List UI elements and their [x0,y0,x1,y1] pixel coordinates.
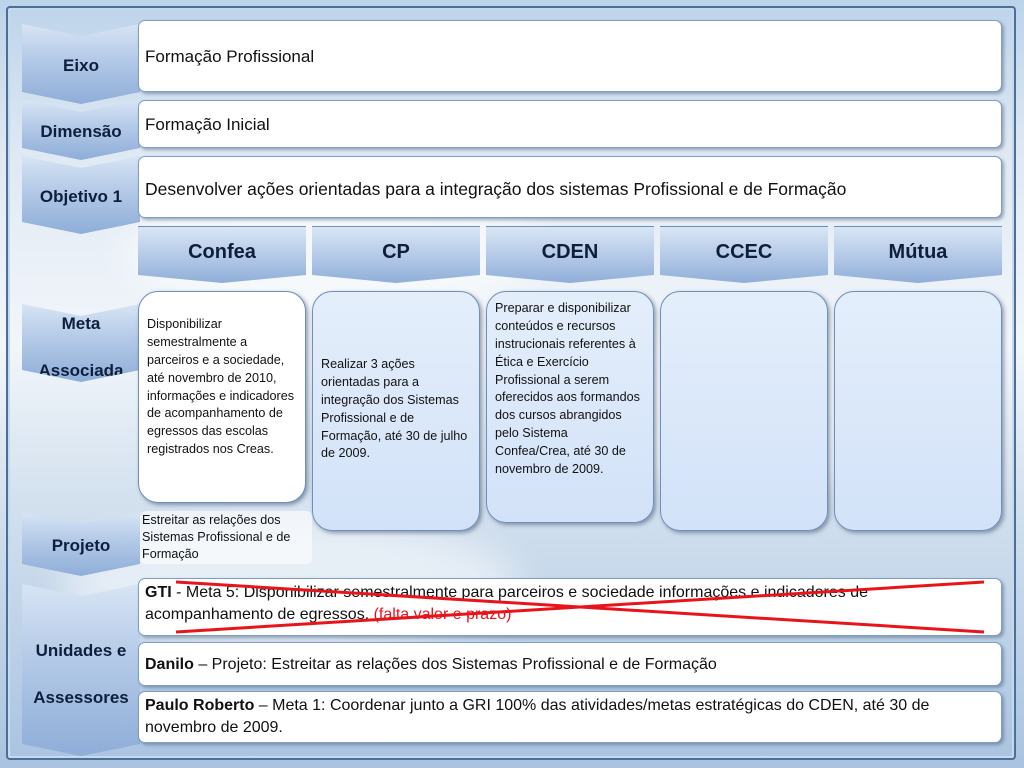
unidade-gti-note: (falta valor e prazo) [369,606,512,624]
objetivo-value-box: Desenvolver ações orientadas para a inte… [138,156,1002,218]
eixo-value-box: Formação Profissional [138,20,1002,92]
unidade-paulo-name: Paulo Roberto [145,697,255,714]
meta-text-cp: Realizar 3 ações orientadas para a integ… [321,357,468,461]
unidade-danilo-box: Danilo – Projeto: Estreitar as relações … [138,642,1002,686]
dimensao-value: Formação Inicial [145,115,270,134]
entity-header-cp: CP [312,226,480,283]
meta-card-mutua [834,291,1002,531]
meta-text-cden: Preparar e disponibilizar conteúdos e re… [495,301,640,476]
unidade-danilo-name: Danilo [145,656,194,673]
meta-card-cden: Preparar e disponibilizar conteúdos e re… [486,291,654,523]
unidade-gti-box: GTI - Meta 5: Disponibilizar semestralme… [138,578,1002,636]
entity-header-mutua: Mútua [834,226,1002,283]
meta-card-confea: Disponibilizar semestralmente a parceiro… [138,291,306,503]
entity-header-ccec: CCEC [660,226,828,283]
dimensao-value-box: Formação Inicial [138,100,1002,148]
projeto-value: Estreitar as relações dos Sistemas Profi… [140,511,312,564]
meta-text-confea: Disponibilizar semestralmente a parceiro… [147,317,295,457]
eixo-value: Formação Profissional [145,47,315,66]
entity-header-cden: CDEN [486,226,654,283]
unidade-paulo-text: – Meta 1: Coordenar junto a GRI 100% das… [145,697,930,737]
unidade-danilo-text: – Projeto: Estreitar as relações dos Sis… [193,656,717,673]
entity-header-confea: Confea [138,226,306,283]
unidade-gti-name: GTI [145,584,172,601]
meta-card-cp: Realizar 3 ações orientadas para a integ… [312,291,480,531]
meta-card-ccec [660,291,828,531]
label-eixo: Eixo [22,24,140,104]
unidade-paulo-box: Paulo Roberto – Meta 1: Coordenar junto … [138,691,1002,743]
label-unidades-assessores: Unidades e Assessores [22,584,140,756]
objetivo-value: Desenvolver ações orientadas para a inte… [145,179,847,199]
